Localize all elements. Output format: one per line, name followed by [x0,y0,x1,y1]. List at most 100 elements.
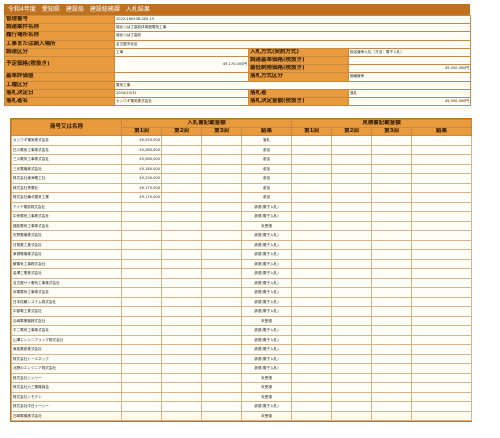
est-round1-cell [291,344,333,355]
bid-round1-cell: 45,060,000 [121,154,162,165]
page-title: 令和4年度 愛知県 建設局 建設総務課 入札結果 [4,4,470,15]
bid-round2-cell [161,258,202,269]
table-row: 株式会社中日イーシー 辞退(電子入札) [11,401,473,412]
bid-round2-cell [161,363,202,374]
bid-round1-cell [121,268,162,279]
table-row: 北野のエンジニア株式会社 辞退(電子入札) [11,363,473,374]
est-round1-cell [291,391,333,402]
table-row: 株式会社備北電気工業 49,170,000 参加 [11,192,473,203]
kingaku-label: 落札決定金額(税抜き) [248,96,349,107]
bid-round2-cell [161,135,202,146]
bid-round1-cell: 45,060,000 [121,144,162,155]
est-round3-cell [371,382,413,393]
rakusatsu-shosai-label: 落札者 [248,88,349,98]
est-round1-cell [291,182,333,193]
kanri-label: 管理番号 [4,14,115,25]
bid-result-cell: 未受領 [240,220,293,231]
header-bid-result: 結果 [240,127,293,136]
est-result-cell [411,230,473,241]
table-row: 中央電気工事株式会社 辞退(電子入札) [11,211,473,222]
keishiki-value: 価格競争 [347,72,472,82]
bid-round2-cell [161,277,202,288]
bid-round1-cell [121,391,162,402]
bid-results-section: 商号又は名称 入札書記載金額 見積書記載金額 第1回 第2回 第3回 結果 第1… [10,118,473,422]
est-result-cell [411,192,473,203]
table-row: 平二電気工事株式会社 辞退(電子入札) [11,325,473,336]
bid-result-cell: 参加 [240,154,293,165]
table-row: 瓜崎電業機株式会社 未受領 [11,315,473,326]
est-round1-cell [291,372,333,383]
bid-result-cell: 辞退(電子入札) [240,287,293,298]
est-result-cell [411,277,473,288]
est-round1-cell [291,410,333,421]
company-cell: 尚電電気工事株式会社 [11,287,122,298]
est-round2-cell [331,182,373,193]
header-est-round2: 第2回 [331,127,373,136]
bid-round2-cell [161,201,202,212]
bid-result-cell: 辞退(電子入札) [240,296,293,307]
bid-round3-cell [201,154,242,165]
bid-round3-cell [201,135,242,146]
bid-round1-cell [121,211,162,222]
table-row: カシワギ電気株式会社 45,050,000 落札 [11,135,473,146]
bid-result-cell: 辞退(電子入札) [240,325,293,336]
bid-result-cell: 参加 [240,144,293,155]
sha-value: カシワギ電気株式会社 [114,96,249,107]
bid-round3-cell [201,410,242,421]
est-round2-cell [331,163,373,174]
bid-result-cell: 辞退(電子入札) [240,258,293,269]
table-row: 山澤エンジニアリング株式会社 辞退(電子入札) [11,334,473,345]
est-result-cell [411,410,473,421]
bid-round1-cell [121,325,162,336]
est-round1-cell [291,287,333,298]
bid-round1-cell [121,363,162,374]
est-result-cell [411,182,473,193]
est-round3-cell [371,410,413,421]
est-round1-cell [291,192,333,203]
est-round3-cell [371,201,413,212]
table-row: 株式会社シモデン 未受領 [11,391,473,402]
bid-round2-cell [161,391,202,402]
est-round2-cell [331,325,373,336]
bid-round3-cell [201,249,242,260]
est-round2-cell [331,296,373,307]
bid-result-cell: 辞退(電子入札) [240,268,293,279]
est-result-cell [411,363,473,374]
table-row: 三川電気工事株式会社 45,060,000 参加 [11,154,473,165]
bid-round1-cell: 45,050,000 [121,135,162,146]
bid-result-cell: 辞退(電子入札) [240,353,293,364]
table-row: 石崎電機株式会社 未受領 [11,410,473,421]
bid-round2-cell [161,410,202,421]
est-result-cell [411,296,473,307]
table-row: 矢野電機株式会社 辞退(電子入札) [11,230,473,241]
est-result-cell [411,325,473,336]
est-round1-cell [291,239,333,250]
basho-value: 城北つばさ高校 [113,31,472,41]
est-round2-cell [331,344,373,355]
yotei-value: 49,170,000円 [114,55,249,74]
bid-round3-cell [201,401,242,412]
bid-round1-cell [121,239,162,250]
bid-result-cell: 落札 [240,135,293,146]
bid-round3-cell [201,173,242,184]
est-round1-cell [291,154,333,165]
bid-result-cell: 辞退(電子入札) [240,306,293,317]
company-cell: 山澤エンジニアリング株式会社 [11,334,122,345]
est-result-cell [411,306,473,317]
bid-round3-cell [201,325,242,336]
est-result-cell [411,249,473,260]
company-cell: 東健電機株式会社 [11,249,122,260]
est-round3-cell [371,344,413,355]
bid-result-cell: 辞退(電子入札) [240,249,293,260]
hyoka-label: 基準評価値 [4,72,115,82]
bid-round1-cell [121,344,162,355]
bid-result-cell: 参加 [240,163,293,174]
nonyu-value: 名古屋市北区 [113,39,472,49]
table-row: 東各電設株式会社 辞退(電子入札) [11,344,473,355]
est-round1-cell [291,201,333,212]
est-result-cell [411,382,473,393]
est-result-cell [411,315,473,326]
bid-round2-cell [161,401,202,412]
anken-label: 調達案件名称 [4,23,115,33]
bid-table-body: カシワギ電気株式会社 45,050,000 落札 白川電気工事株式会社 45,060,0… [11,135,473,421]
